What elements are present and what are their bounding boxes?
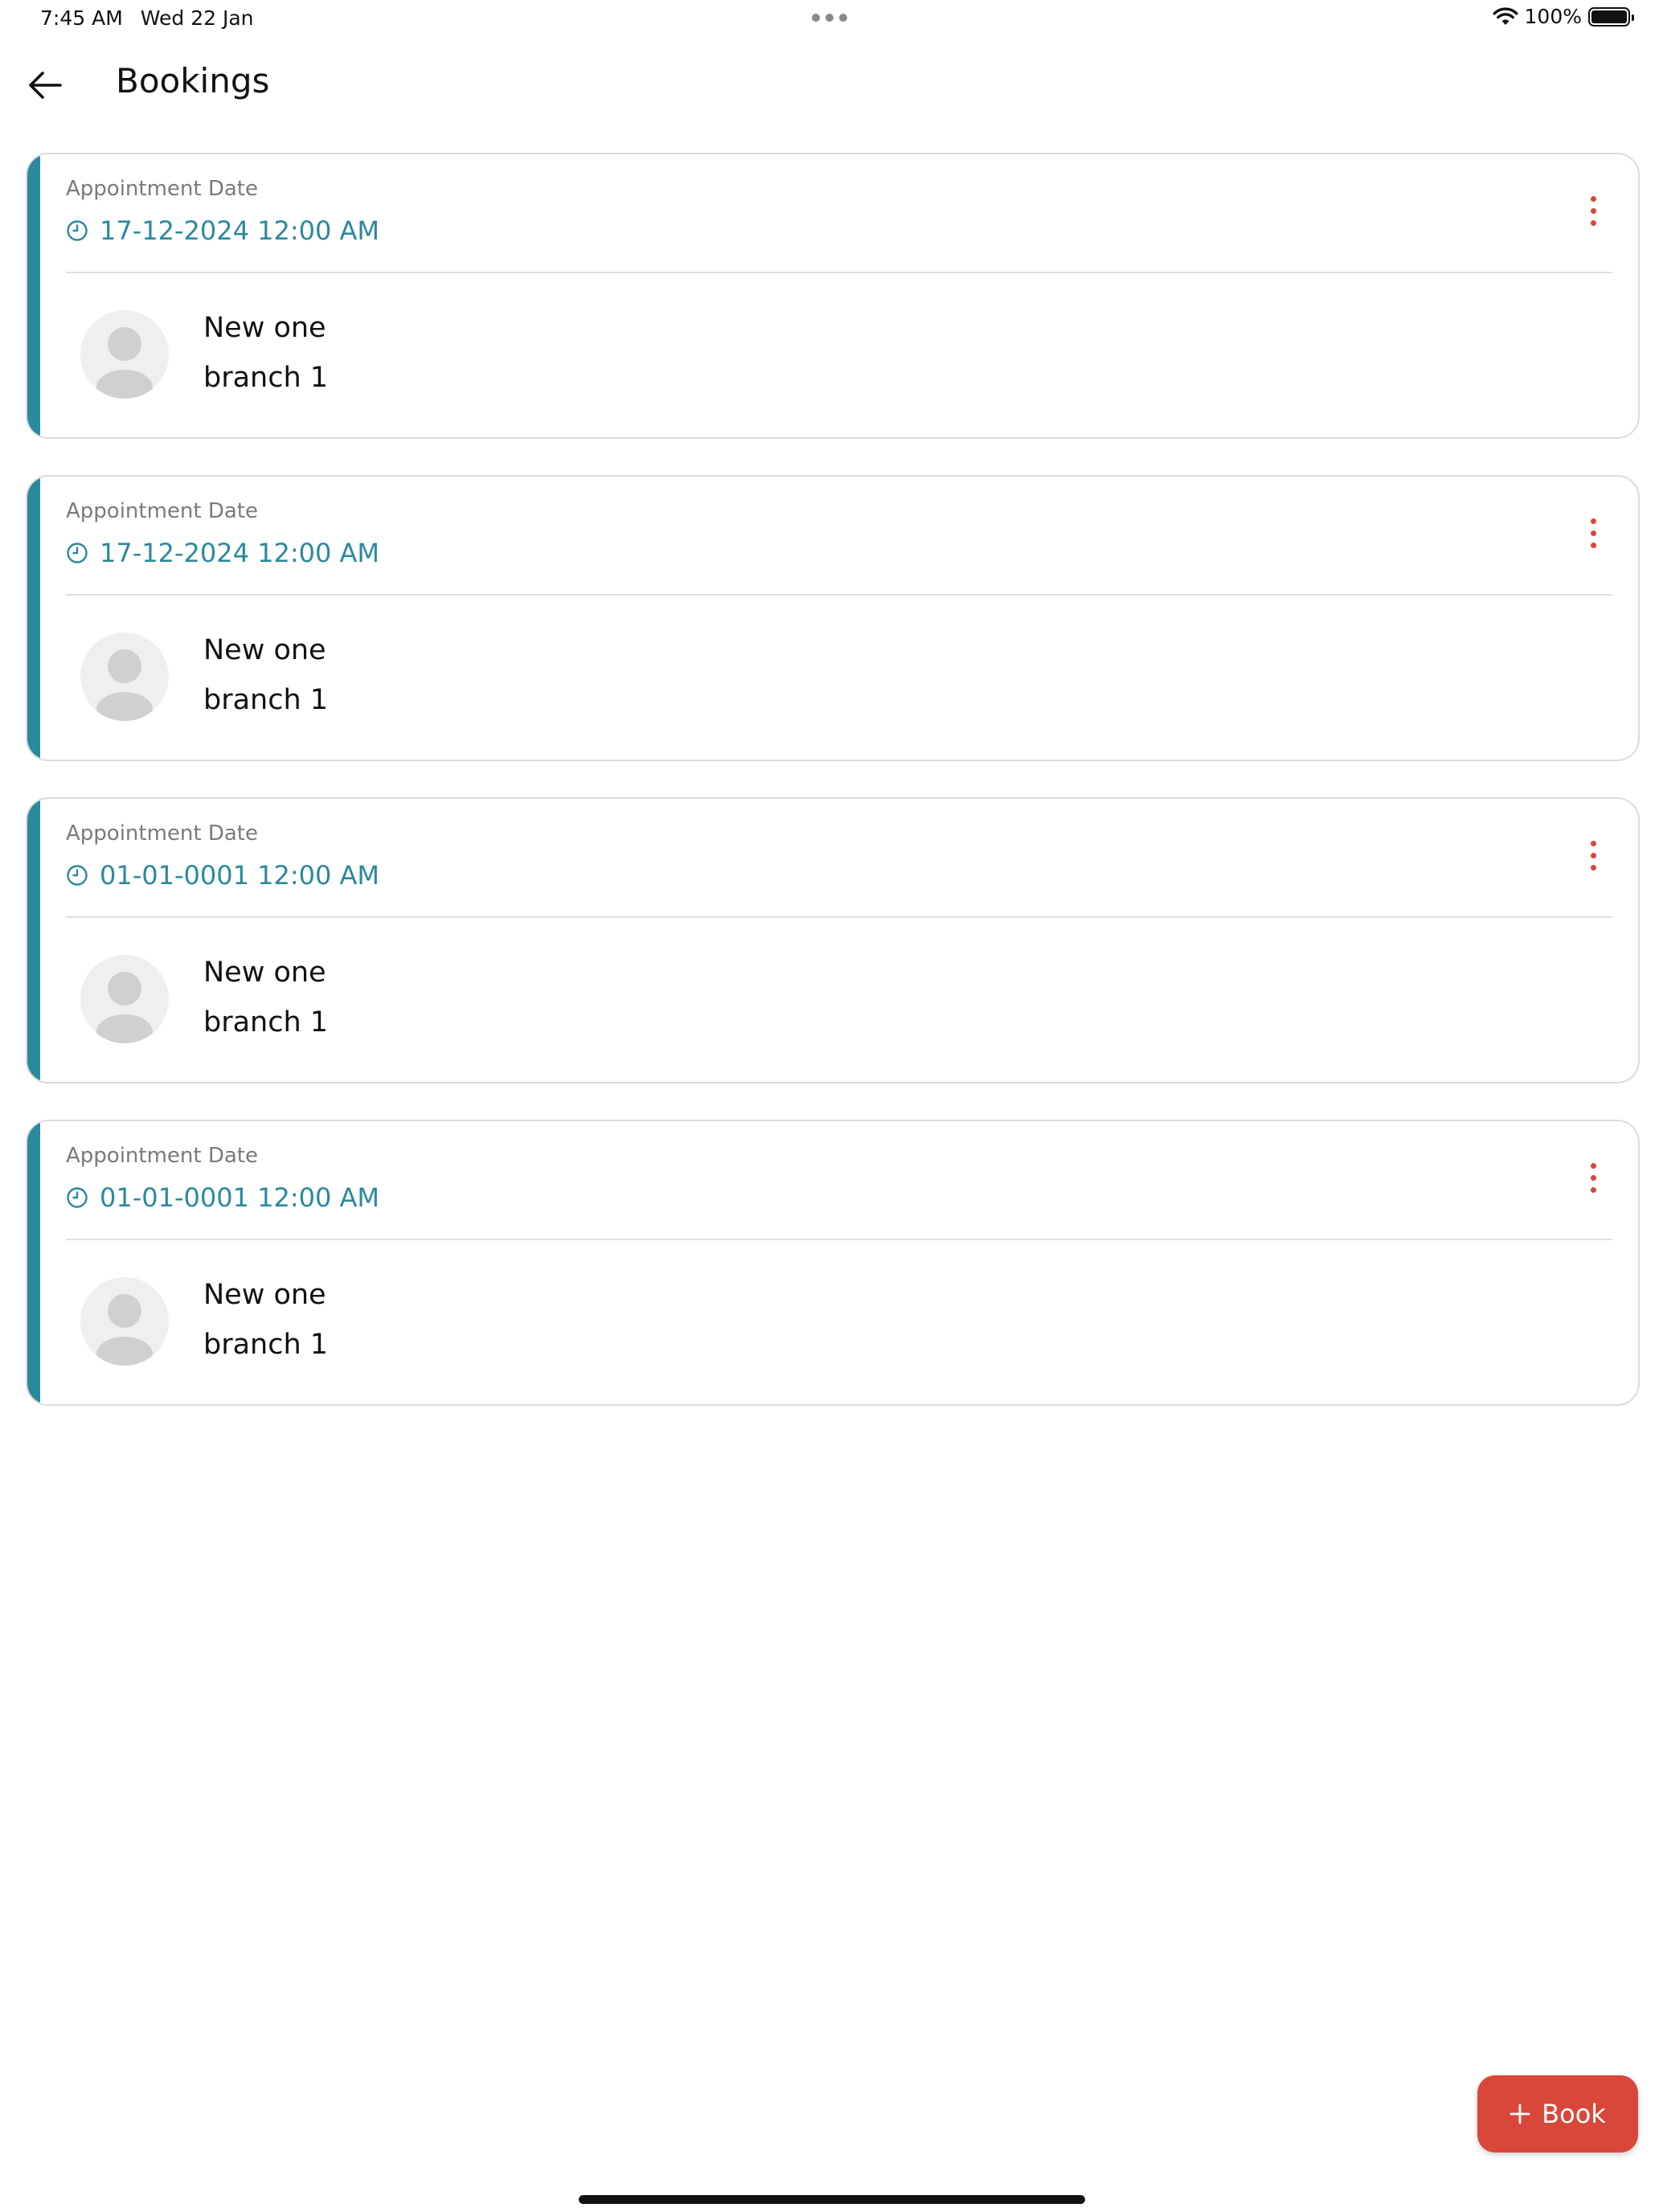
- user-placeholder-icon: [96, 327, 153, 399]
- clock-icon: [67, 1187, 88, 1208]
- booking-name: New one: [203, 312, 326, 344]
- booking-card[interactable]: Appointment Date 17-12-2024 12:00 AM New…: [26, 475, 1640, 761]
- booking-branch: branch 1: [203, 1329, 329, 1361]
- booking-card[interactable]: Appointment Date 01-01-0001 12:00 AM New…: [26, 1120, 1640, 1406]
- more-options-button[interactable]: [1575, 831, 1611, 879]
- book-button[interactable]: Book: [1477, 2075, 1638, 2153]
- booking-name: New one: [203, 1279, 326, 1311]
- appointment-date-label: Appointment Date: [66, 1144, 259, 1168]
- appointment-date-label: Appointment Date: [66, 499, 259, 523]
- home-indicator[interactable]: [579, 2195, 1085, 2204]
- more-options-button[interactable]: [1575, 509, 1611, 557]
- card-accent-bar: [27, 154, 40, 437]
- arrow-left-icon: [29, 72, 62, 99]
- book-button-label: Book: [1542, 2099, 1606, 2129]
- app-header: Bookings: [0, 48, 1659, 121]
- appointment-date-value: 01-01-0001 12:00 AM: [100, 1182, 380, 1213]
- card-divider: [66, 594, 1612, 596]
- plus-icon: [1509, 2103, 1530, 2124]
- appointment-date-row: 01-01-0001 12:00 AM: [66, 860, 379, 891]
- booking-name: New one: [203, 634, 326, 666]
- user-placeholder-icon: [96, 1294, 153, 1366]
- more-options-button[interactable]: [1575, 186, 1611, 235]
- booking-card[interactable]: Appointment Date 01-01-0001 12:00 AM New…: [26, 797, 1640, 1083]
- more-vertical-icon: [1590, 1162, 1596, 1169]
- appointment-date-value: 17-12-2024 12:00 AM: [100, 215, 380, 246]
- appointment-date-row: 01-01-0001 12:00 AM: [66, 1182, 379, 1213]
- user-placeholder-icon: [96, 972, 153, 1043]
- battery-percent: 100%: [1524, 5, 1582, 28]
- booking-branch: branch 1: [203, 1006, 329, 1038]
- appointment-date-value: 01-01-0001 12:00 AM: [100, 860, 380, 891]
- appointment-date-row: 17-12-2024 12:00 AM: [66, 215, 379, 246]
- card-divider: [66, 272, 1612, 273]
- user-placeholder-icon: [96, 649, 153, 721]
- card-accent-bar: [27, 477, 40, 760]
- more-vertical-icon: [1590, 195, 1596, 202]
- appointment-date-label: Appointment Date: [66, 821, 259, 846]
- appointment-date-row: 17-12-2024 12:00 AM: [66, 538, 379, 568]
- booking-branch: branch 1: [203, 362, 329, 394]
- booking-name: New one: [203, 956, 326, 989]
- wifi-icon: [1493, 6, 1518, 25]
- appointment-date-value: 17-12-2024 12:00 AM: [100, 538, 380, 568]
- avatar: [80, 633, 169, 721]
- clock-icon: [67, 220, 88, 241]
- booking-branch: branch 1: [203, 684, 329, 716]
- clock-icon: [67, 543, 88, 563]
- status-time-date: 7:45 AM Wed 22 Jan: [40, 6, 254, 30]
- status-bar: 7:45 AM Wed 22 Jan 100%: [0, 0, 1659, 39]
- card-accent-bar: [27, 1121, 40, 1404]
- multitasking-dots-icon[interactable]: [812, 14, 847, 22]
- card-divider: [66, 916, 1612, 918]
- page-title: Bookings: [116, 61, 270, 100]
- clock-icon: [67, 865, 88, 886]
- more-vertical-icon: [1590, 518, 1596, 524]
- avatar: [80, 955, 169, 1043]
- booking-card[interactable]: Appointment Date 17-12-2024 12:00 AM New…: [26, 153, 1640, 439]
- avatar: [80, 310, 169, 399]
- card-divider: [66, 1239, 1612, 1240]
- card-accent-bar: [27, 799, 40, 1082]
- status-date: Wed 22 Jan: [140, 6, 254, 30]
- more-options-button[interactable]: [1575, 1153, 1611, 1202]
- appointment-date-label: Appointment Date: [66, 177, 259, 201]
- status-indicators: 100%: [1493, 5, 1634, 28]
- more-vertical-icon: [1590, 840, 1596, 846]
- back-button[interactable]: [23, 63, 68, 108]
- booking-list: Appointment Date 17-12-2024 12:00 AM New…: [26, 153, 1640, 1442]
- avatar: [80, 1277, 169, 1366]
- page: 7:45 AMWed 22 Jan 100% Bookings Appoint: [0, 0, 1659, 2212]
- status-time: 7:45 AM: [40, 6, 123, 30]
- battery-icon: [1588, 6, 1634, 27]
